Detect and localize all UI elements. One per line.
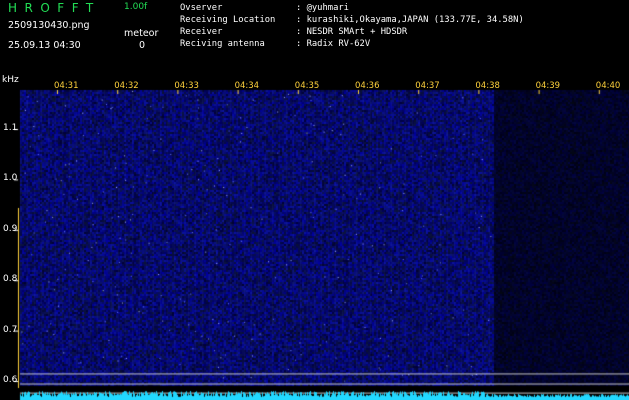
version-label: 1.00f <box>124 2 148 12</box>
x-tick-label: 04:39 <box>535 81 561 91</box>
filename-label: 2509130430.png <box>8 20 90 31</box>
meteor-count: 0 <box>139 40 146 51</box>
receiver-label: Receiver <box>180 27 223 37</box>
app-title: HROFFT <box>8 1 101 15</box>
meteor-label: meteor <box>124 28 159 39</box>
datetime-label: 25.09.13 04:30 <box>8 40 81 51</box>
x-tick-label: 04:33 <box>174 81 199 91</box>
observer-value: : @yuhmari <box>296 3 349 13</box>
y-tick-label: 0.6 <box>3 375 18 385</box>
y-tick-label: 0.9 <box>3 223 18 234</box>
x-tick-label: 04:35 <box>294 81 320 91</box>
antenna-label: Reciving antenna <box>180 39 265 49</box>
y-axis-unit: kHz <box>2 75 19 85</box>
x-tick-label: 04:37 <box>415 81 440 91</box>
x-tick-label: 04:36 <box>355 81 380 91</box>
y-tick-label: 0.8 <box>3 274 18 285</box>
x-tick-label: 04:32 <box>114 81 139 91</box>
location-label: Receiving Location <box>180 15 276 25</box>
spectrogram-canvas <box>0 80 629 400</box>
x-tick-label: 04:38 <box>475 81 500 91</box>
y-tick-label: 0.7 <box>3 324 18 335</box>
header-panel: HROFFT 1.00f 2509130430.png 25.09.13 04:… <box>0 0 629 80</box>
antenna-value: : Radix RV-62V <box>296 39 371 49</box>
location-value: : kurashiki,Okayama,JAPAN (133.77E, 34.5… <box>296 15 524 25</box>
y-tick-label: 1.0 <box>3 173 18 184</box>
x-tick-label: 04:34 <box>234 81 260 91</box>
y-tick-label: 1.1 <box>3 123 18 133</box>
x-tick-label: 04:40 <box>595 81 621 91</box>
observer-label: Ovserver <box>180 3 223 13</box>
receiver-value: : NESDR SMArt + HDSDR <box>296 27 408 37</box>
x-tick-label: 04:31 <box>54 81 79 91</box>
